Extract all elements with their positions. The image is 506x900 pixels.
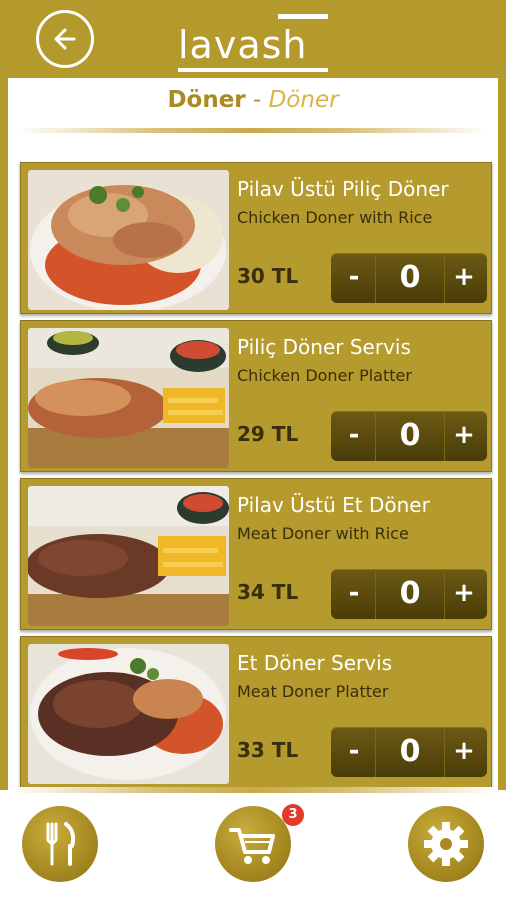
back-button[interactable]	[36, 10, 94, 68]
category-subtitle: Döner	[268, 87, 339, 113]
increase-button[interactable]: +	[443, 253, 485, 303]
cart-button[interactable]	[215, 806, 291, 882]
decrease-button[interactable]: -	[333, 569, 375, 619]
category-separator: -	[245, 87, 269, 113]
item-name: Piliç Döner Servis	[237, 335, 411, 359]
menu-item[interactable]: Et Döner Servis Meat Doner Platter 33 TL…	[20, 636, 492, 788]
category-title: Döner - Döner	[8, 84, 498, 116]
cart-icon	[229, 828, 275, 864]
fork-knife-icon	[46, 822, 76, 866]
item-photo	[28, 170, 229, 310]
menu-item[interactable]: Pilav Üstü Piliç Döner Chicken Doner wit…	[20, 162, 492, 314]
cart-count-badge: 3	[282, 804, 304, 826]
item-price: 30 TL	[237, 264, 299, 288]
settings-button[interactable]	[408, 806, 484, 882]
lavash-logo: lavash	[178, 14, 328, 72]
gear-icon	[424, 822, 468, 866]
item-description: Meat Doner with Rice	[237, 524, 409, 543]
item-price: 33 TL	[237, 738, 299, 762]
logo-text: lavash	[178, 23, 308, 67]
arrow-left-icon	[54, 28, 76, 50]
item-name: Pilav Üstü Piliç Döner	[237, 177, 449, 201]
item-description: Meat Doner Platter	[237, 682, 389, 701]
quantity-stepper: - 0 +	[331, 411, 487, 461]
item-name: Pilav Üstü Et Döner	[237, 493, 430, 517]
decrease-button[interactable]: -	[333, 253, 375, 303]
item-price: 29 TL	[237, 422, 299, 446]
quantity-stepper: - 0 +	[331, 727, 487, 777]
item-description: Chicken Doner Platter	[237, 366, 412, 385]
app-header: lavash	[0, 0, 506, 78]
increase-button[interactable]: +	[443, 411, 485, 461]
quantity-stepper: - 0 +	[331, 569, 487, 619]
increase-button[interactable]: +	[443, 727, 485, 777]
header-divider	[18, 128, 488, 133]
item-name: Et Döner Servis	[237, 651, 393, 675]
item-photo	[28, 486, 229, 626]
item-description: Chicken Doner with Rice	[237, 208, 433, 227]
menu-button[interactable]	[22, 806, 98, 882]
item-photo	[28, 644, 229, 784]
quantity-value: 0	[375, 727, 445, 777]
footer-divider	[10, 787, 496, 793]
main-content[interactable]: Döner - Döner Pilav Üstü Piliç Döner Chi…	[8, 78, 498, 790]
quantity-value: 0	[375, 411, 445, 461]
increase-button[interactable]: +	[443, 569, 485, 619]
decrease-button[interactable]: -	[333, 411, 375, 461]
quantity-value: 0	[375, 569, 445, 619]
item-photo	[28, 328, 229, 468]
item-price: 34 TL	[237, 580, 299, 604]
logo-accent-bar	[278, 14, 328, 19]
quantity-stepper: - 0 +	[331, 253, 487, 303]
menu-item[interactable]: Pilav Üstü Et Döner Meat Doner with Rice…	[20, 478, 492, 630]
decrease-button[interactable]: -	[333, 727, 375, 777]
bottom-nav: 3	[0, 787, 506, 900]
logo-underline	[178, 68, 328, 72]
menu-item[interactable]: Piliç Döner Servis Chicken Doner Platter…	[20, 320, 492, 472]
category-name: Döner	[167, 87, 246, 113]
quantity-value: 0	[375, 253, 445, 303]
